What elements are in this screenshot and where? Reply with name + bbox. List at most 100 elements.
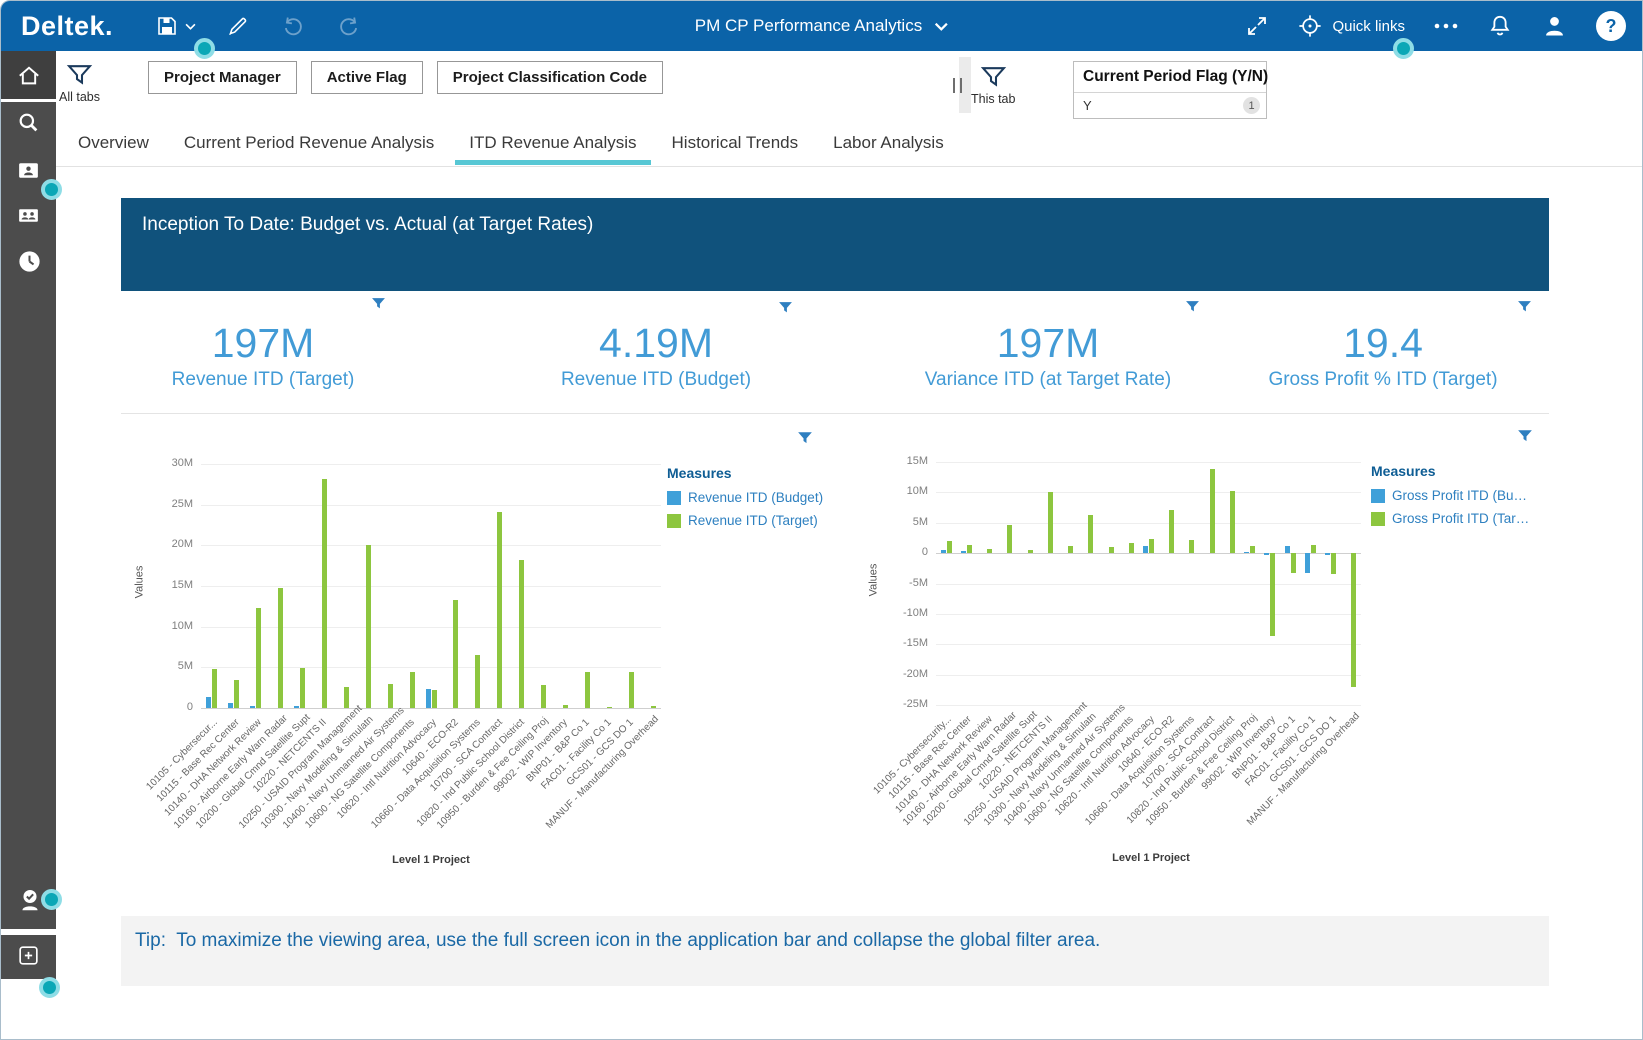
kpi-filter-funnel-icon[interactable] — [1517, 300, 1532, 314]
tab-labor-analysis[interactable]: Labor Analysis — [831, 121, 946, 165]
bar[interactable] — [234, 680, 240, 708]
bar[interactable] — [212, 668, 218, 708]
chart-filter-funnel-icon[interactable] — [1517, 429, 1532, 443]
bar[interactable] — [294, 706, 300, 708]
coach-mark-dot[interactable] — [41, 889, 62, 910]
home-icon[interactable] — [16, 63, 42, 89]
app-title-menu[interactable]: PM CP Performance Analytics — [695, 16, 948, 36]
bar[interactable] — [1108, 547, 1114, 554]
bar[interactable] — [1229, 491, 1235, 554]
legend-item-gross-profit-target[interactable]: Gross Profit ITD (Tar… — [1371, 511, 1541, 526]
legend-item-gross-profit-budget[interactable]: Gross Profit ITD (Bu… — [1371, 488, 1541, 503]
bar[interactable] — [650, 705, 656, 708]
bar[interactable] — [1068, 545, 1074, 554]
search-icon[interactable] — [16, 110, 42, 136]
coach-mark-dot[interactable] — [41, 179, 62, 200]
filter-chip-project-manager[interactable]: Project Manager — [148, 61, 297, 94]
bar[interactable] — [1047, 491, 1053, 554]
bar[interactable] — [365, 544, 371, 708]
bar[interactable] — [1027, 550, 1033, 554]
undo-button[interactable] — [280, 13, 306, 39]
bar[interactable] — [1209, 469, 1215, 554]
bar[interactable] — [940, 550, 946, 554]
kpi-filter-funnel-icon[interactable] — [1185, 300, 1200, 314]
bar[interactable] — [1244, 551, 1250, 554]
bar[interactable] — [1304, 553, 1310, 573]
kpi-filter-funnel-icon[interactable] — [778, 301, 793, 315]
bar[interactable] — [1189, 540, 1195, 554]
bar[interactable] — [387, 684, 393, 708]
bar[interactable] — [1270, 553, 1276, 637]
bar[interactable] — [1143, 545, 1148, 554]
legend-item-revenue-budget[interactable]: Revenue ITD (Budget) — [667, 490, 837, 505]
legend-item-revenue-target[interactable]: Revenue ITD (Target) — [667, 513, 837, 528]
bar[interactable] — [1149, 538, 1154, 554]
bar[interactable] — [425, 689, 431, 708]
coach-mark-dot[interactable] — [194, 38, 215, 59]
bar[interactable] — [584, 672, 590, 708]
bar[interactable] — [1128, 543, 1134, 554]
bar[interactable] — [250, 705, 256, 708]
tab-overview[interactable]: Overview — [76, 121, 151, 165]
approve-person-icon[interactable] — [16, 886, 42, 912]
save-button[interactable] — [155, 14, 196, 38]
redo-button[interactable] — [336, 13, 362, 39]
bar[interactable] — [1310, 545, 1316, 554]
kpi-filter-funnel-icon[interactable] — [371, 297, 386, 311]
time-history-icon[interactable] — [16, 248, 42, 274]
bar[interactable] — [628, 672, 634, 708]
bar[interactable] — [321, 478, 327, 708]
tab-current-period-revenue-analysis[interactable]: Current Period Revenue Analysis — [182, 121, 436, 165]
tab-itd-revenue-analysis[interactable]: ITD Revenue Analysis — [455, 121, 651, 165]
bar[interactable] — [300, 668, 306, 708]
bar[interactable] — [453, 599, 459, 708]
bar[interactable] — [1290, 553, 1296, 573]
bar[interactable] — [1007, 524, 1013, 554]
coach-mark-dot[interactable] — [39, 977, 60, 998]
bar[interactable] — [562, 704, 568, 708]
all-tabs-filter-button[interactable]: All tabs — [59, 61, 100, 104]
add-icon[interactable] — [16, 943, 42, 969]
bar[interactable] — [1331, 553, 1337, 575]
filter-chip-project-classification-code[interactable]: Project Classification Code — [436, 61, 663, 94]
bar[interactable] — [541, 685, 547, 708]
more-options-icon[interactable] — [1433, 22, 1459, 30]
bar[interactable] — [206, 696, 212, 708]
contacts-icon[interactable] — [16, 203, 42, 229]
fullscreen-icon[interactable] — [1245, 14, 1269, 38]
bar[interactable] — [278, 587, 284, 708]
filter-panel-divider[interactable] — [953, 57, 971, 113]
bar[interactable] — [1169, 509, 1175, 554]
this-tab-filter-button[interactable]: This tab — [971, 63, 1015, 106]
bar[interactable] — [409, 672, 415, 708]
bar[interactable] — [475, 655, 481, 708]
bar[interactable] — [1325, 553, 1331, 555]
bar[interactable] — [1264, 553, 1270, 555]
employee-folder-icon[interactable] — [16, 158, 42, 184]
bar[interactable] — [960, 551, 966, 554]
bar[interactable] — [519, 559, 525, 708]
bar[interactable] — [1250, 545, 1256, 554]
user-profile-icon[interactable] — [1541, 13, 1568, 40]
bar[interactable] — [1284, 545, 1290, 554]
tab-historical-trends[interactable]: Historical Trends — [670, 121, 801, 165]
current-period-flag-filter[interactable]: Current Period Flag (Y/N) Y 1 — [1073, 61, 1268, 119]
bar[interactable] — [431, 690, 437, 708]
filter-chip-active-flag[interactable]: Active Flag — [310, 61, 423, 94]
bar[interactable] — [1088, 514, 1094, 554]
bar[interactable] — [946, 540, 952, 554]
bar[interactable] — [606, 706, 612, 708]
bar[interactable] — [987, 548, 993, 554]
bar[interactable] — [256, 607, 262, 708]
bar[interactable] — [228, 703, 234, 708]
chart-filter-funnel-icon[interactable] — [797, 431, 812, 445]
help-button[interactable]: ? — [1596, 11, 1626, 41]
bar[interactable] — [1351, 553, 1357, 687]
edit-button[interactable] — [226, 14, 250, 38]
coach-mark-dot[interactable] — [1393, 38, 1414, 59]
quick-links-button[interactable]: Quick links — [1297, 13, 1405, 39]
notifications-bell-icon[interactable] — [1487, 13, 1513, 39]
bar[interactable] — [497, 511, 503, 708]
bar[interactable] — [966, 545, 972, 554]
bar[interactable] — [343, 686, 349, 708]
